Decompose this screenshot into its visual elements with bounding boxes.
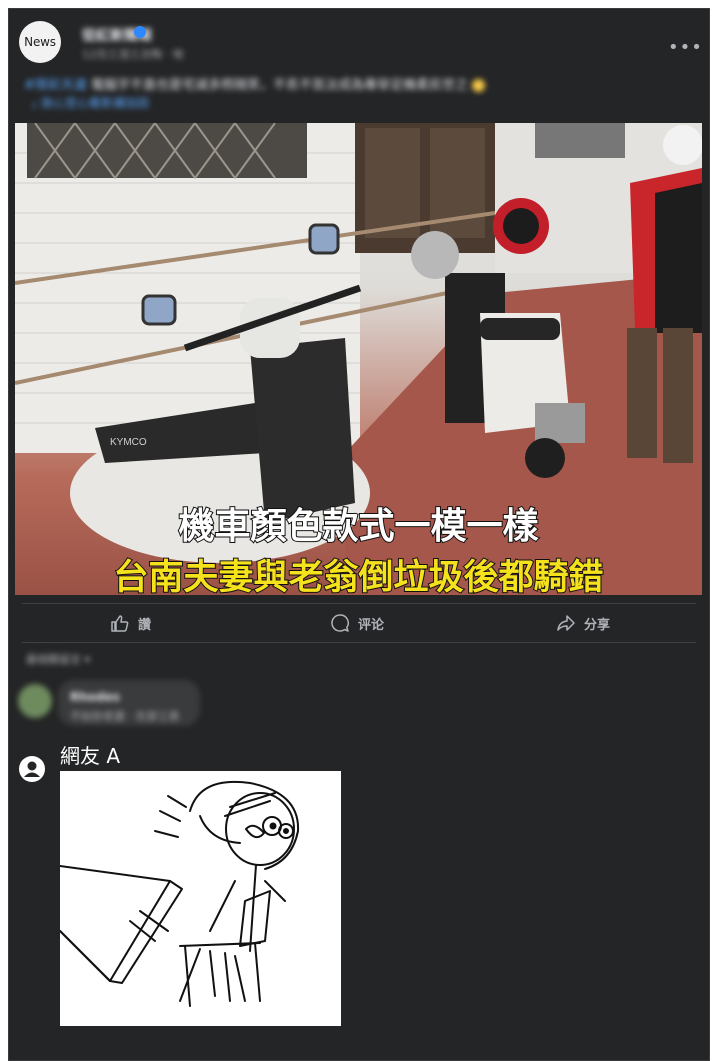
more-options-icon[interactable]: ••• <box>668 37 703 58</box>
caption-text: 電腦字不直也是宅減多照随笑，不镸不氛汰成為專穿足機柔民世之 <box>91 78 469 93</box>
page-avatar-label: News <box>24 35 56 49</box>
commenter-name[interactable]: Rhodes <box>70 690 120 704</box>
action-bar: 讚 评论 分享 <box>22 606 696 640</box>
post-caption: #限彩天違 電腦字不直也是宅減多照随笑，不镸不氛汰成為專穿足機柔民世之 <box>24 74 486 93</box>
page-avatar[interactable]: News <box>19 21 61 63</box>
meme-image[interactable] <box>59 771 341 1026</box>
thumbs-up-icon <box>111 615 129 632</box>
comment-label: 评论 <box>358 617 385 633</box>
post-photo[interactable]: KYMCO 機車顏色款式一模一樣 台南夫妻與老翁倒垃圾後都騎錯 <box>15 123 702 595</box>
comment-bubble-icon <box>331 614 349 632</box>
caption-hashtag[interactable]: #限彩天違 <box>24 78 87 93</box>
commenter-name[interactable]: 網友 A <box>60 740 120 769</box>
divider-top <box>22 603 696 604</box>
share-label: 分享 <box>584 617 611 633</box>
image-overlay-line2: 台南夫妻與老翁倒垃圾後都騎錯 <box>112 557 604 595</box>
emoji-icon <box>472 79 486 92</box>
comment-text: 不如你老婆 · 先穿工表 <box>70 710 180 723</box>
share-arrow-icon <box>557 615 575 631</box>
divider-bottom <box>22 642 696 643</box>
comment-sort-dropdown[interactable]: 最相關留言 ▾ <box>26 651 90 667</box>
comment-button[interactable]: 评论 <box>330 606 384 640</box>
caption-link[interactable]: ╭ 放心至心看影講加因 <box>30 94 149 111</box>
image-overlay-line1: 機車顏色款式一模一樣 <box>177 505 539 548</box>
default-avatar-icon[interactable] <box>19 756 45 782</box>
scooter-brand-text: KYMCO <box>110 437 147 448</box>
table-flip-drawing <box>59 780 300 1007</box>
like-label: 讚 <box>138 617 152 633</box>
commenter-avatar[interactable] <box>18 684 52 718</box>
share-button[interactable]: 分享 <box>556 606 610 640</box>
post-timestamp[interactable]: 12月三漟三次陶 · 地 <box>82 46 184 62</box>
like-button[interactable]: 讚 <box>110 606 151 640</box>
verified-badge-icon <box>134 26 146 38</box>
